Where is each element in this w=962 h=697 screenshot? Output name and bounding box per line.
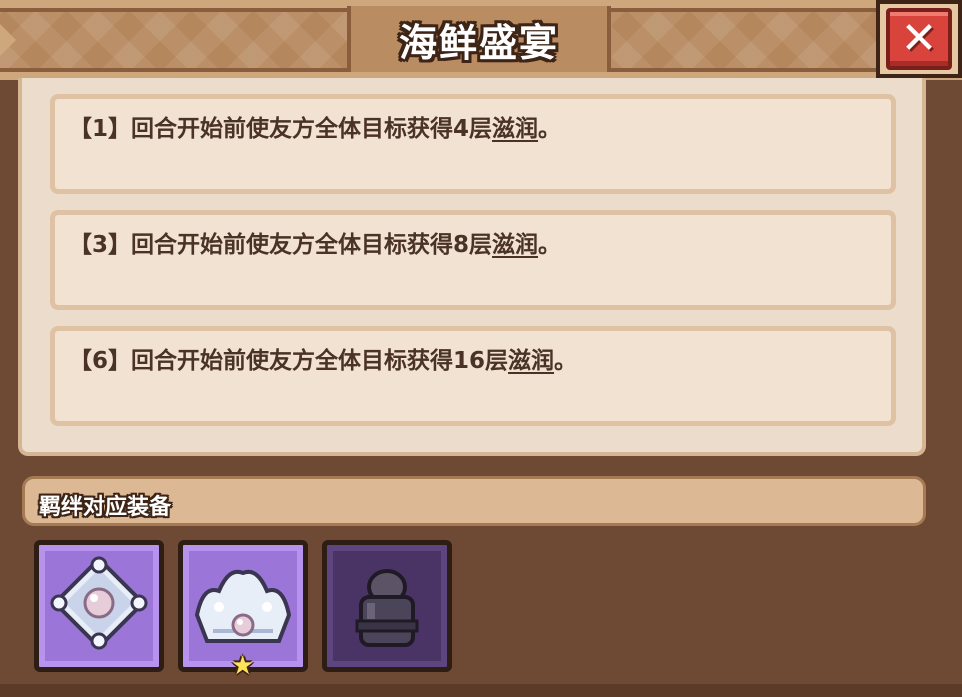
effect-text-6: 【6】回合开始前使友方全体目标获得16层滋润。 <box>69 341 577 375</box>
keyword-link-1[interactable]: 滋润 <box>492 116 538 142</box>
close-icon: ✕ <box>900 13 938 64</box>
effect-entry-6: 【6】回合开始前使友方全体目标获得16层滋润。 <box>50 326 896 426</box>
equipment-slot-2[interactable]: ★ <box>178 540 308 679</box>
title-plate: 海鲜盛宴 <box>347 6 611 72</box>
page-title: 海鲜盛宴 <box>398 20 559 65</box>
effect-text-3: 【3】回合开始前使友方全体目标获得8层滋润。 <box>69 225 561 259</box>
equipment-section-header: 羁绊对应装备 <box>22 476 926 526</box>
bottom-border <box>0 684 962 697</box>
effect-text-3-end: 。 <box>538 232 562 258</box>
keyword-link-3[interactable]: 滋润 <box>492 232 538 258</box>
effect-text-3-main: 【3】回合开始前使友方全体目标获得8层 <box>69 232 493 258</box>
effect-text-6-end: 。 <box>554 348 578 374</box>
effect-text-1: 【1】回合开始前使友方全体目标获得4层滋润。 <box>69 109 561 143</box>
equipment-slot-3[interactable] <box>322 540 452 672</box>
equipment-section-title: 羁绊对应装备 <box>39 495 172 520</box>
title-bar: 海鲜盛宴 ✕ <box>0 0 962 80</box>
effect-text-6-main: 【6】回合开始前使友方全体目标获得16层 <box>69 348 509 374</box>
star-rank-icon: ★ <box>231 651 255 681</box>
effects-panel: 【1】回合开始前使友方全体目标获得4层滋润。 【3】回合开始前使友方全体目标获得… <box>18 78 926 456</box>
effect-entry-3: 【3】回合开始前使友方全体目标获得8层滋润。 <box>50 210 896 310</box>
close-button-face[interactable]: ✕ <box>886 8 952 70</box>
pearl-brooch-icon <box>50 556 148 650</box>
pearl-crown-icon <box>194 569 292 643</box>
close-button[interactable]: ✕ <box>876 0 962 78</box>
equipment-slot-1[interactable] <box>34 540 164 672</box>
dark-helmet-icon <box>355 569 419 647</box>
effect-text-1-end: 。 <box>538 116 562 142</box>
keyword-link-6[interactable]: 滋润 <box>508 348 554 374</box>
effect-entry-1: 【1】回合开始前使友方全体目标获得4层滋润。 <box>50 94 896 194</box>
banner-arrow-decoration <box>0 24 16 56</box>
effect-text-1-main: 【1】回合开始前使友方全体目标获得4层 <box>69 116 493 142</box>
